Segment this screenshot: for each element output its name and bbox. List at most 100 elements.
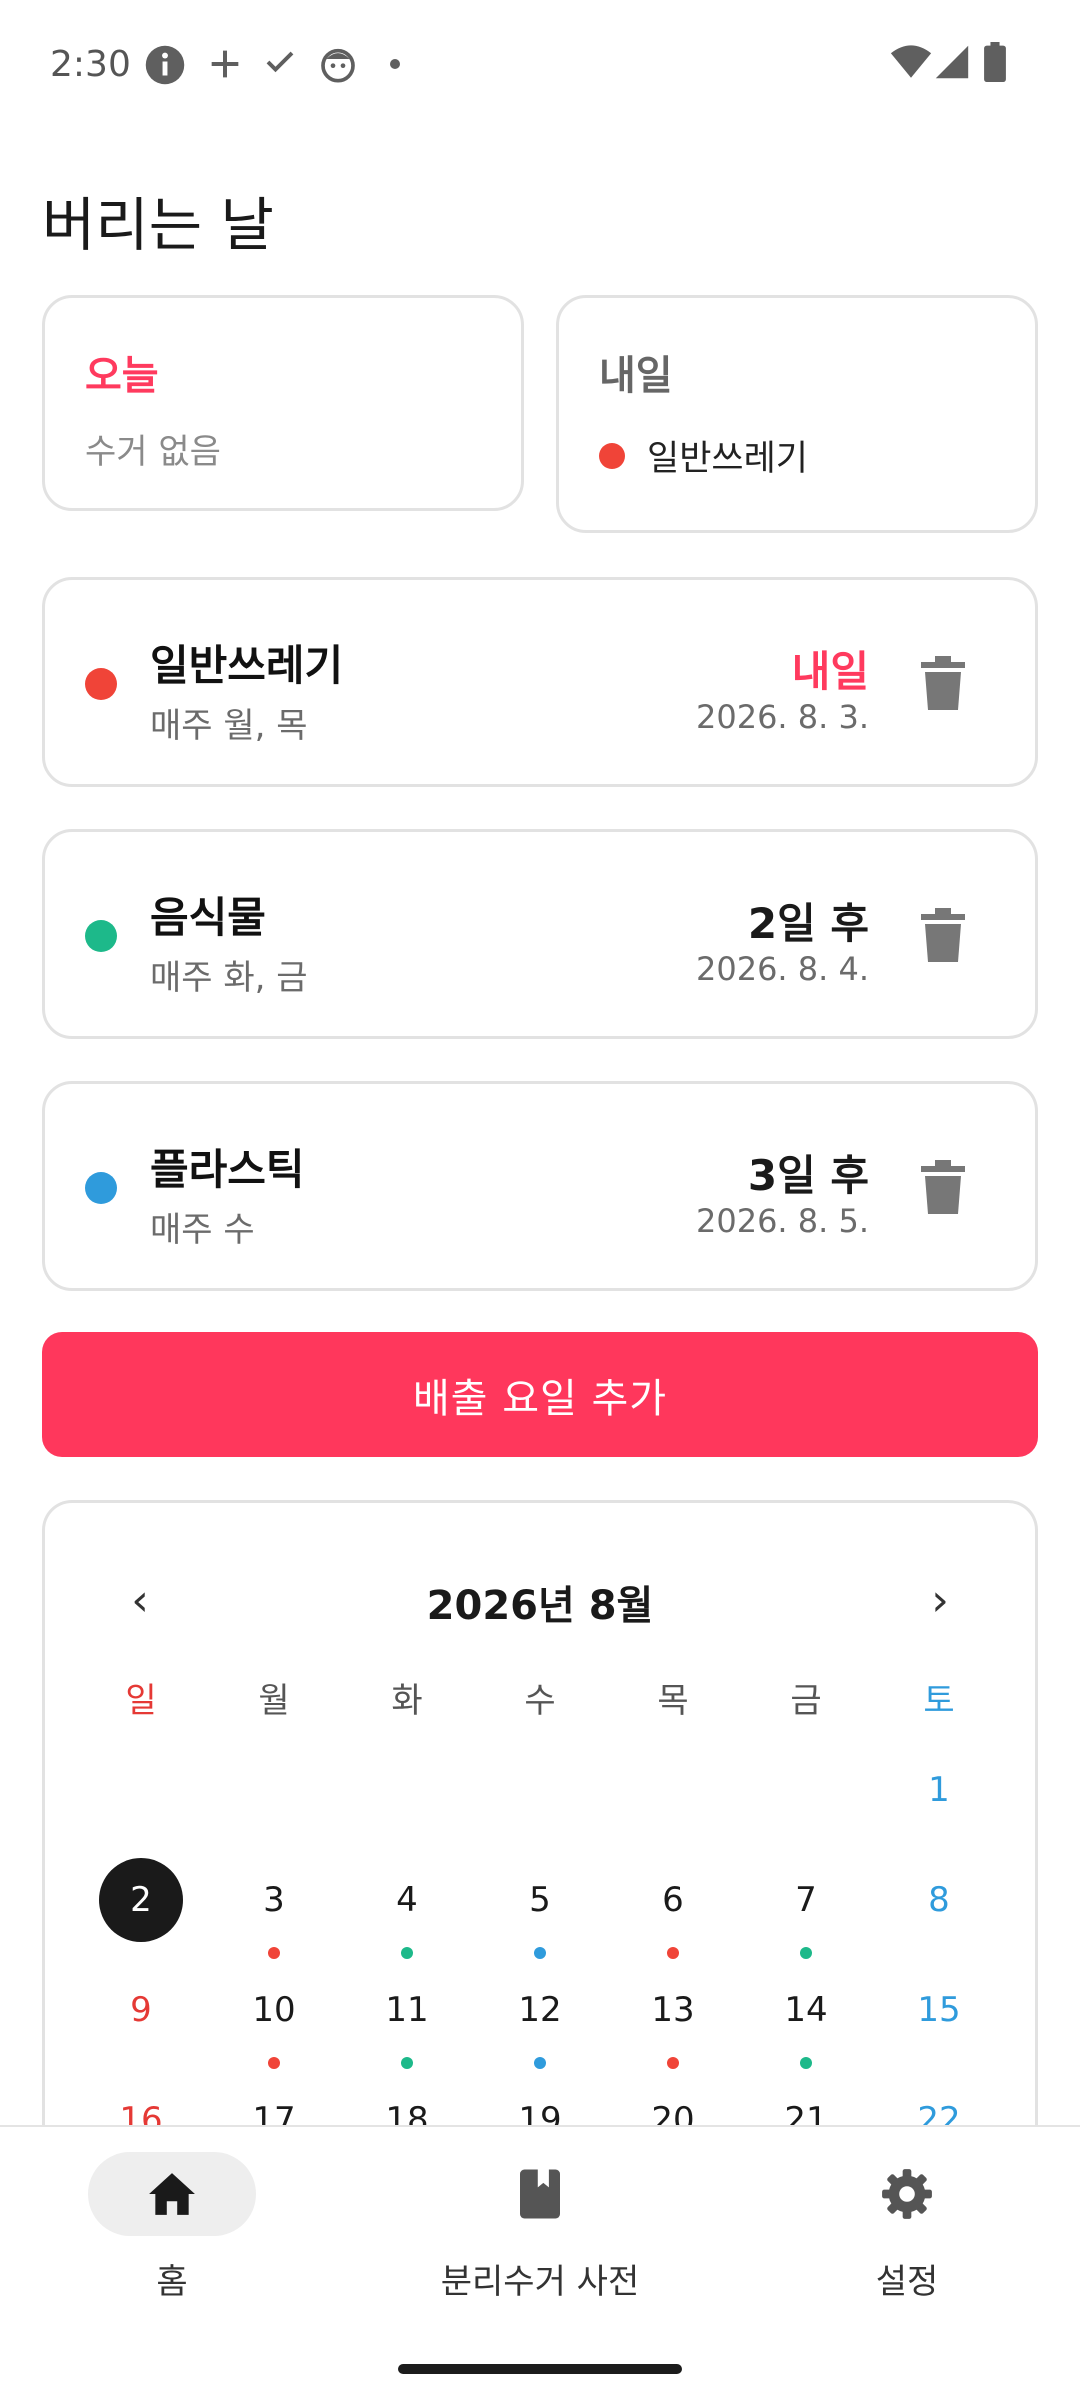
calendar-day[interactable]: 6 (633, 1858, 713, 1959)
face-icon (321, 48, 355, 83)
book-icon (520, 2169, 560, 2219)
nav-settings-indicator (823, 2152, 991, 2236)
schedule-color-dot (85, 668, 117, 700)
tomorrow-item-color-dot (599, 442, 625, 469)
schedule-relative-day: 3일 후 (747, 1151, 869, 1200)
tomorrow-item-name: 일반쓰레기 (647, 439, 809, 479)
battery-icon (984, 42, 1006, 82)
calendar-day-number: 1 (928, 1770, 950, 1810)
today-label: 오늘 (85, 353, 159, 399)
today-summary-card: 오늘 수거 없음 (42, 295, 524, 511)
weekday-label: 수 (524, 1681, 556, 1721)
calendar-day[interactable]: 14 (766, 1968, 846, 2069)
weekday-label: 금 (790, 1681, 822, 1721)
calendar-month-label: 2026년 8월 (426, 1583, 654, 1629)
gesture-home-indicator[interactable] (398, 2364, 682, 2374)
info-icon (145, 45, 185, 85)
dot-icon (390, 59, 400, 69)
schedule-days: 매주 수 (150, 1210, 255, 1250)
gear-icon (882, 2169, 932, 2219)
schedule-card-plastic[interactable]: 플라스틱 매주 수 3일 후 2026. 8. 5. (42, 1081, 1038, 1291)
calendar-day-number: 6 (662, 1880, 684, 1920)
collection-marker-dot (534, 1947, 546, 1959)
schedule-color-dot (85, 1172, 117, 1204)
calendar-day-number: 12 (518, 1990, 562, 2030)
calendar-day-number: 11 (385, 1990, 429, 2030)
weekday-label: 토 (923, 1681, 955, 1721)
schedule-color-dot (85, 920, 117, 952)
nav-home[interactable]: 홈 (22, 2152, 322, 2303)
today-empty-text: 수거 없음 (85, 432, 221, 472)
calendar-day-number: 8 (928, 1880, 950, 1920)
calendar-day[interactable]: 7 (766, 1858, 846, 1959)
tomorrow-label: 내일 (599, 353, 673, 399)
collection-marker-dot (401, 1947, 413, 1959)
calendar-day-number: 9 (130, 1990, 152, 2030)
nav-settings[interactable]: 설정 (757, 2152, 1057, 2303)
calendar-day-number: 7 (795, 1880, 817, 1920)
nav-settings-label: 설정 (875, 2262, 939, 2302)
schedule-days: 매주 월, 목 (150, 706, 308, 746)
signal-icon (935, 45, 969, 79)
nav-home-indicator (88, 2152, 256, 2236)
schedule-name: 음식물 (150, 893, 266, 942)
nav-dictionary-indicator (456, 2152, 624, 2236)
nav-dictionary-label: 분리수거 사전 (440, 2262, 640, 2302)
schedule-relative-day: 2일 후 (747, 899, 869, 948)
schedule-card-general[interactable]: 일반쓰레기 매주 월, 목 내일 2026. 8. 3. (42, 577, 1038, 787)
collection-marker-dot (667, 1947, 679, 1959)
weekday-label: 월 (258, 1681, 290, 1721)
calendar-day-number: 13 (651, 1990, 695, 2030)
nav-home-label: 홈 (156, 2262, 188, 2302)
tomorrow-summary-card: 내일 일반쓰레기 (556, 295, 1038, 533)
collection-marker-dot (667, 2057, 679, 2069)
calendar-day[interactable]: 3 (234, 1858, 314, 1959)
calendar-day[interactable]: 13 (633, 1968, 713, 2069)
schedule-name: 플라스틱 (150, 1145, 305, 1194)
next-month-button[interactable]: › (910, 1575, 970, 1626)
home-icon (149, 2173, 195, 2215)
calendar-day-number: 10 (252, 1990, 296, 2030)
calendar-day[interactable]: 9 (101, 1968, 181, 2058)
schedule-next-date: 2026. 8. 4. (695, 950, 869, 988)
weekday-label: 목 (657, 1681, 689, 1721)
schedule-days: 매주 화, 금 (150, 958, 308, 998)
calendar-day[interactable]: 4 (367, 1858, 447, 1959)
add-schedule-button[interactable]: 배출 요일 추가 (42, 1332, 1038, 1457)
collection-marker-dot (401, 2057, 413, 2069)
calendar-day[interactable]: 2 (99, 1858, 183, 1948)
calendar-day[interactable]: 11 (367, 1968, 447, 2069)
calendar-day[interactable]: 1 (899, 1748, 979, 1838)
bottom-navigation: 홈 분리수거 사전 설정 (0, 2125, 1080, 2402)
calendar-day[interactable]: 12 (500, 1968, 580, 2069)
schedule-next-date: 2026. 8. 5. (695, 1202, 869, 1240)
trash-icon[interactable] (921, 908, 965, 962)
status-bar: 2:30 (0, 0, 1080, 130)
schedule-card-food[interactable]: 음식물 매주 화, 금 2일 후 2026. 8. 4. (42, 829, 1038, 1039)
weekday-label: 화 (391, 1681, 423, 1721)
tomorrow-item: 일반쓰레기 (599, 430, 808, 481)
status-time: 2:30 (50, 44, 131, 85)
trash-icon[interactable] (921, 656, 965, 710)
collection-marker-dot (800, 2057, 812, 2069)
collection-marker-dot (268, 2057, 280, 2069)
nav-dictionary[interactable]: 분리수거 사전 (390, 2152, 690, 2303)
schedule-relative-day: 내일 (791, 647, 869, 696)
calendar-day-number: 14 (784, 1990, 828, 2030)
check-icon (266, 51, 294, 73)
trash-icon[interactable] (921, 1160, 965, 1214)
calendar: ‹ 2026년 8월 › 일 월 화 수 목 금 토 1 2 3 4 5 6 7 8 9 10 11 12 13 14 1… (42, 1500, 1038, 2200)
page-title: 버리는 날 (42, 191, 274, 259)
calendar-day[interactable]: 8 (899, 1858, 979, 1948)
schedule-next-date: 2026. 8. 3. (695, 698, 869, 736)
plus-icon (211, 50, 239, 78)
collection-marker-dot (800, 1947, 812, 1959)
wifi-icon (890, 45, 932, 78)
calendar-day[interactable]: 10 (234, 1968, 314, 2069)
schedule-name: 일반쓰레기 (150, 641, 344, 690)
calendar-day-today: 2 (99, 1858, 183, 1942)
calendar-day[interactable]: 5 (500, 1858, 580, 1959)
collection-marker-dot (268, 1947, 280, 1959)
calendar-day[interactable]: 15 (899, 1968, 979, 2058)
collection-marker-dot (534, 2057, 546, 2069)
